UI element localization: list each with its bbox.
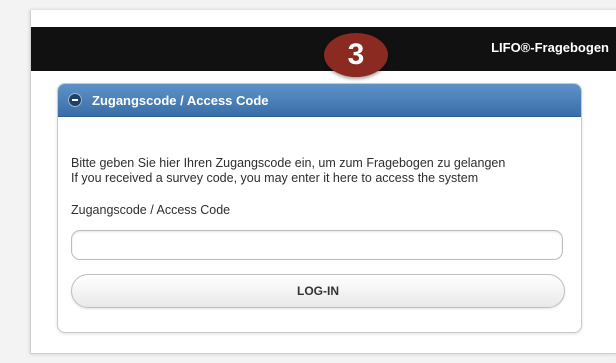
intro-text: Bitte geben Sie hier Ihren Zugangscode e…	[71, 156, 571, 186]
panel-header[interactable]: Zugangscode / Access Code	[58, 84, 581, 117]
top-bar: LIFO®-Fragebogen	[31, 27, 616, 71]
app-title: LIFO®-Fragebogen	[491, 40, 609, 55]
intro-text-german: Bitte geben Sie hier Ihren Zugangscode e…	[71, 156, 506, 170]
access-code-input[interactable]	[71, 230, 563, 260]
collapse-minus-icon[interactable]	[68, 93, 82, 107]
access-code-label: Zugangscode / Access Code	[71, 203, 231, 217]
intro-text-english: If you received a survey code, you may e…	[71, 171, 479, 185]
login-button[interactable]: LOG-IN	[71, 274, 565, 308]
panel-title: Zugangscode / Access Code	[92, 93, 269, 108]
step-number-badge: 3	[324, 33, 388, 77]
app-window: LIFO®-Fragebogen Zugangscode / Access Co…	[30, 10, 616, 354]
access-code-panel: Zugangscode / Access Code Bitte geben Si…	[57, 83, 582, 333]
